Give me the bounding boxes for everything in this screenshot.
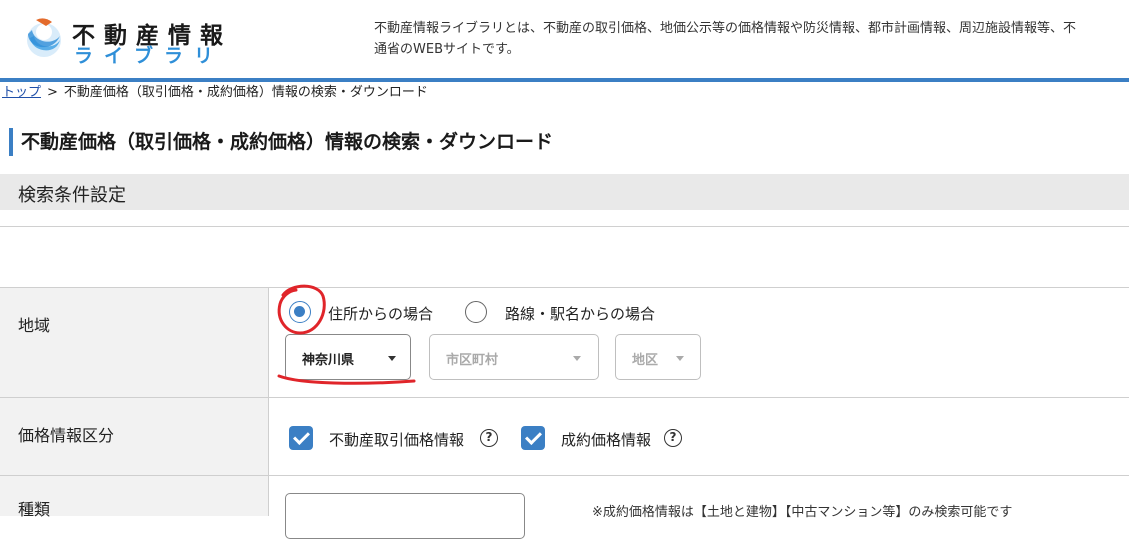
checkbox-contract-price[interactable] — [521, 426, 545, 450]
section-title: 検索条件設定 — [18, 185, 126, 206]
radio-address[interactable] — [289, 301, 311, 323]
site-description-line2: 通省のWEBサイトです。 — [374, 42, 520, 57]
logo-mark-icon — [27, 18, 61, 57]
district-placeholder: 地区 — [632, 353, 659, 368]
prefecture-value: 神奈川県 — [302, 353, 355, 368]
breadcrumb-home-link[interactable]: トップ — [2, 85, 41, 100]
city-select[interactable]: 市区町村 — [429, 334, 599, 380]
price-type-label: 価格情報区分 — [18, 426, 115, 445]
region-row: 地域 住所からの場合 路線・駅名からの場合 神奈川県 市区町村 地区 — [0, 287, 1129, 398]
chevron-down-icon — [573, 356, 581, 361]
header-divider — [0, 78, 1129, 82]
kind-label-cell: 種類 — [0, 476, 269, 519]
district-select[interactable]: 地区 — [615, 334, 701, 380]
radio-station-label[interactable]: 路線・駅名からの場合 — [505, 303, 655, 324]
kind-row: 種類 ※成約価格情報は【土地と建物】【中古マンション等】のみ検索可能です — [0, 475, 1129, 539]
price-type-row: 価格情報区分 不動産取引価格情報 ? 成約価格情報 ? — [0, 397, 1129, 476]
prefecture-select[interactable]: 神奈川県 — [285, 334, 411, 380]
site-description-line1: 不動産情報ライブラリとは、不動産の取引価格、地価公示等の価格情報や防災情報、都市… — [374, 21, 1077, 36]
help-icon[interactable]: ? — [664, 429, 682, 447]
checkbox-transaction-price[interactable] — [289, 426, 313, 450]
checkbox-contract-price-label[interactable]: 成約価格情報 — [561, 429, 651, 450]
region-label-cell: 地域 — [0, 288, 269, 398]
kind-label: 種類 — [18, 500, 51, 519]
radio-station[interactable] — [465, 301, 487, 323]
page-title: 不動産価格（取引価格・成約価格）情報の検索・ダウンロード — [9, 128, 553, 156]
city-placeholder: 市区町村 — [446, 353, 499, 368]
chevron-down-icon — [388, 356, 396, 361]
blank-row — [0, 226, 1129, 287]
chevron-down-icon — [676, 356, 684, 361]
search-conditions-section: 検索条件設定 — [0, 174, 1129, 210]
kind-select[interactable] — [285, 493, 525, 539]
region-label: 地域 — [18, 316, 51, 335]
kind-note: ※成約価格情報は【土地と建物】【中古マンション等】のみ検索可能です — [592, 505, 1013, 520]
checkbox-transaction-price-label[interactable]: 不動産取引価格情報 — [329, 429, 464, 450]
price-type-label-cell: 価格情報区分 — [0, 398, 269, 476]
site-logo[interactable]: 不動産情報 ライブラリ — [22, 14, 242, 67]
logo-subtitle: ライブラリ — [74, 45, 225, 67]
breadcrumb-separator: > — [47, 85, 58, 100]
breadcrumb-current: 不動産価格（取引価格・成約価格）情報の検索・ダウンロード — [63, 85, 428, 100]
site-description: 不動産情報ライブラリとは、不動産の取引価格、地価公示等の価格情報や防災情報、都市… — [374, 18, 1129, 60]
breadcrumb: トップ > 不動産価格（取引価格・成約価格）情報の検索・ダウンロード — [2, 84, 428, 102]
site-header: 不動産情報 ライブラリ 不動産情報ライブラリとは、不動産の取引価格、地価公示等の… — [0, 0, 1129, 78]
radio-address-label[interactable]: 住所からの場合 — [328, 303, 433, 324]
help-icon[interactable]: ? — [480, 429, 498, 447]
